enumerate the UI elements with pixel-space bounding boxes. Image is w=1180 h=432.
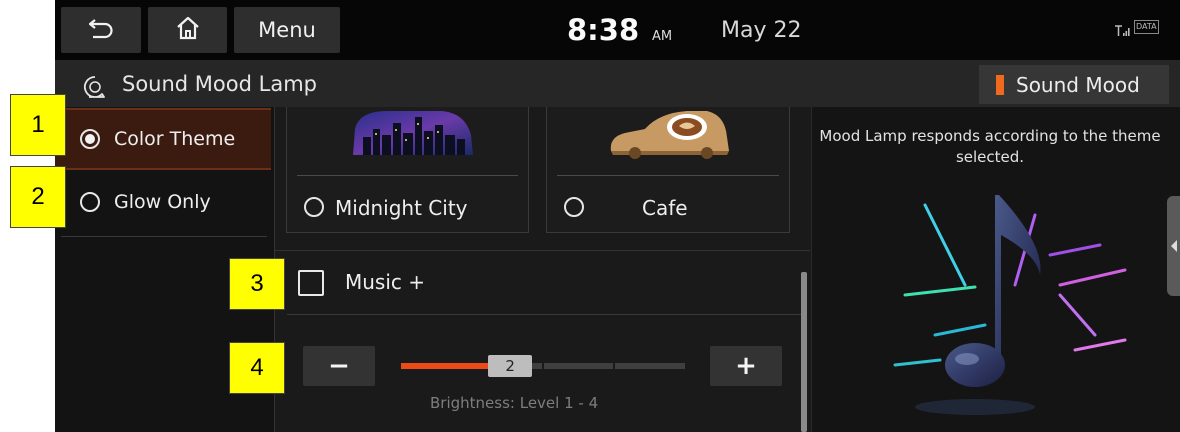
theme-card-midnight-city[interactable]: Midnight City bbox=[286, 107, 529, 233]
slider-tick bbox=[613, 363, 615, 369]
cafe-image bbox=[610, 111, 729, 159]
page-title: Sound Mood Lamp bbox=[122, 72, 317, 96]
midnight-city-image bbox=[353, 111, 473, 155]
music-plus-checkbox[interactable] bbox=[298, 270, 324, 296]
clock-time: 8:38 bbox=[567, 13, 640, 47]
brightness-caption: Brightness: Level 1 - 4 bbox=[430, 394, 599, 412]
minus-label: − bbox=[328, 351, 350, 381]
glow-only-radio[interactable] bbox=[80, 192, 100, 212]
signal-icon bbox=[1115, 22, 1131, 41]
color-theme-label: Color Theme bbox=[114, 128, 236, 150]
menu-button-label: Menu bbox=[258, 18, 316, 42]
divider bbox=[61, 236, 267, 237]
scrollbar[interactable] bbox=[801, 272, 807, 432]
cafe-label: Cafe bbox=[642, 196, 688, 220]
chevron-left-icon bbox=[1171, 240, 1177, 252]
sound-mood-indicator bbox=[996, 74, 1004, 95]
home-button[interactable] bbox=[148, 7, 227, 53]
option-glow-only[interactable]: Glow Only bbox=[55, 172, 271, 234]
callout-3: 3 bbox=[229, 258, 285, 310]
menu-button[interactable]: Menu bbox=[234, 7, 340, 53]
data-indicator: DATA bbox=[1134, 20, 1159, 34]
music-note-icon bbox=[893, 195, 1127, 415]
brightness-increase-button[interactable]: + bbox=[710, 346, 782, 386]
divider bbox=[297, 175, 518, 176]
home-icon bbox=[175, 15, 201, 45]
infotainment-screen: Menu 8:38 AM May 22 DATA Sound Mood Lamp… bbox=[55, 0, 1180, 432]
theme-description: Mood Lamp responds according to the them… bbox=[819, 127, 1161, 166]
option-color-theme[interactable]: Color Theme bbox=[55, 108, 271, 170]
slider-tick bbox=[542, 363, 544, 369]
divider bbox=[557, 175, 779, 176]
theme-card-cafe[interactable]: Cafe bbox=[546, 107, 790, 233]
divider bbox=[287, 314, 802, 315]
brightness-decrease-button[interactable]: − bbox=[303, 346, 375, 386]
brightness-value: 2 bbox=[505, 357, 515, 375]
back-arrow-icon bbox=[86, 16, 116, 44]
sound-mood-label: Sound Mood bbox=[1016, 72, 1140, 97]
glow-only-label: Glow Only bbox=[114, 191, 211, 213]
mood-lamp-icon bbox=[82, 74, 108, 104]
callout-2: 2 bbox=[10, 166, 66, 228]
plus-label: + bbox=[735, 351, 757, 381]
callout-1: 1 bbox=[10, 94, 66, 156]
midnight-city-label: Midnight City bbox=[335, 196, 468, 220]
clock-ampm: AM bbox=[652, 29, 673, 44]
date-display: May 22 bbox=[721, 18, 802, 43]
callout-4: 4 bbox=[229, 342, 285, 394]
brightness-slider-thumb[interactable]: 2 bbox=[488, 355, 533, 377]
midnight-city-radio[interactable] bbox=[304, 197, 324, 217]
music-plus-label: Music + bbox=[345, 270, 426, 294]
color-theme-radio[interactable] bbox=[80, 129, 100, 149]
sound-mood-button[interactable]: Sound Mood bbox=[979, 65, 1169, 104]
back-button[interactable] bbox=[61, 7, 141, 53]
cafe-radio[interactable] bbox=[564, 197, 584, 217]
